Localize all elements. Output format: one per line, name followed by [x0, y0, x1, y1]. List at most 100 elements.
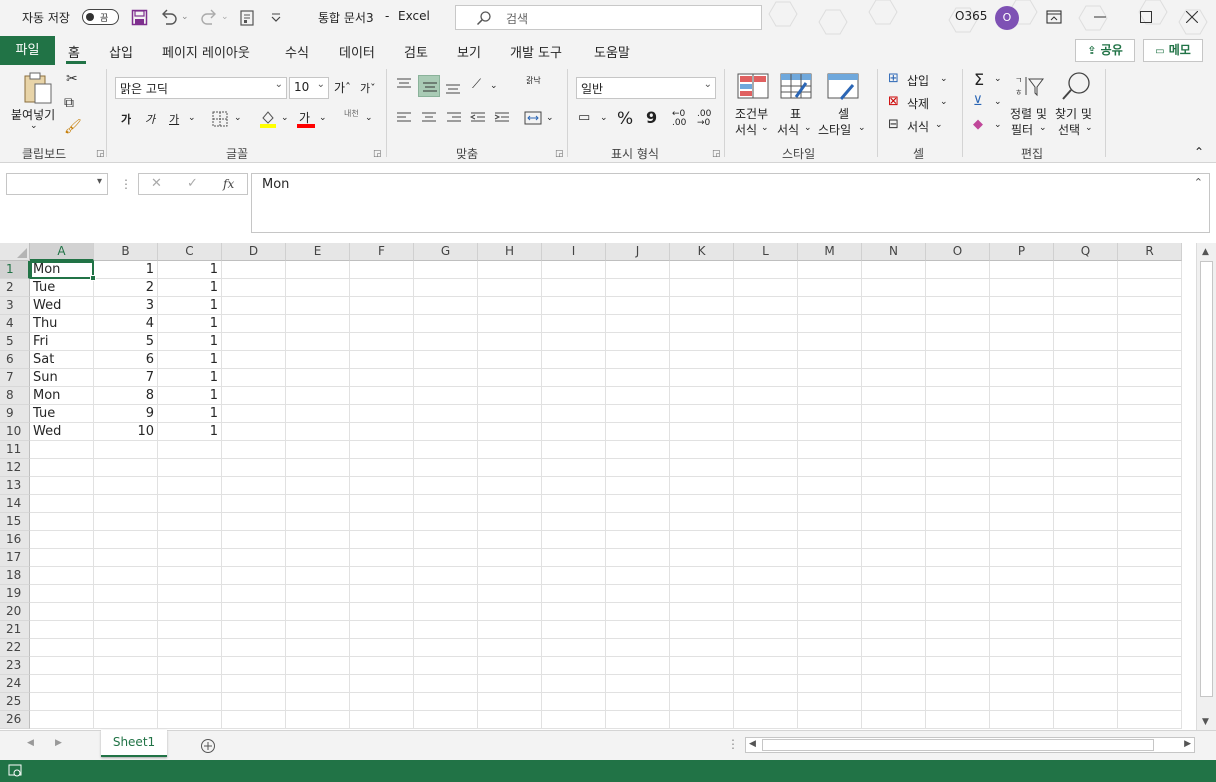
cell-B21[interactable] — [94, 621, 158, 639]
cell-E16[interactable] — [286, 531, 350, 549]
font-launcher-icon[interactable]: ◲ — [373, 149, 382, 159]
column-header[interactable]: O — [926, 243, 990, 261]
cell-F7[interactable] — [350, 369, 414, 387]
cell-D13[interactable] — [222, 477, 286, 495]
cell-Q15[interactable] — [1054, 513, 1118, 531]
cell-C18[interactable] — [158, 567, 222, 585]
cell-E12[interactable] — [286, 459, 350, 477]
cell-M9[interactable] — [798, 405, 862, 423]
cell-K22[interactable] — [670, 639, 734, 657]
cell-Q5[interactable] — [1054, 333, 1118, 351]
font-name-select[interactable]: 맑은 고딕 ⌄ — [115, 77, 287, 99]
cell-L2[interactable] — [734, 279, 798, 297]
cell-N10[interactable] — [862, 423, 926, 441]
cell-A26[interactable] — [30, 711, 94, 729]
cell-E3[interactable] — [286, 297, 350, 315]
cell-P12[interactable] — [990, 459, 1054, 477]
cell-H18[interactable] — [478, 567, 542, 585]
avatar[interactable]: O — [995, 6, 1019, 30]
cell-M23[interactable] — [798, 657, 862, 675]
cell-N20[interactable] — [862, 603, 926, 621]
cell-R18[interactable] — [1118, 567, 1182, 585]
tab-formulas[interactable]: 수식 — [285, 42, 309, 61]
cell-L3[interactable] — [734, 297, 798, 315]
cell-D17[interactable] — [222, 549, 286, 567]
cell-E7[interactable] — [286, 369, 350, 387]
chevron-down-icon[interactable]: ⌄ — [935, 120, 943, 130]
fill-color-dropdown-icon[interactable]: ⌄ — [281, 113, 289, 123]
cell-F19[interactable] — [350, 585, 414, 603]
cell-E8[interactable] — [286, 387, 350, 405]
cell-K4[interactable] — [670, 315, 734, 333]
cell-P14[interactable] — [990, 495, 1054, 513]
row-header[interactable]: 22 — [0, 639, 30, 657]
cell-K14[interactable] — [670, 495, 734, 513]
cell-R19[interactable] — [1118, 585, 1182, 603]
cell-C1[interactable]: 1 — [158, 261, 222, 279]
chevron-down-icon[interactable]: ▾ — [97, 176, 102, 187]
cell-D6[interactable] — [222, 351, 286, 369]
cell-Q8[interactable] — [1054, 387, 1118, 405]
cell-M6[interactable] — [798, 351, 862, 369]
cell-N16[interactable] — [862, 531, 926, 549]
cell-B26[interactable] — [94, 711, 158, 729]
cell-Q3[interactable] — [1054, 297, 1118, 315]
tab-review[interactable]: 검토 — [404, 42, 428, 61]
cell-C8[interactable]: 1 — [158, 387, 222, 405]
cell-O12[interactable] — [926, 459, 990, 477]
cell-J18[interactable] — [606, 567, 670, 585]
cell-A3[interactable]: Wed — [30, 297, 94, 315]
cell-K13[interactable] — [670, 477, 734, 495]
cell-D15[interactable] — [222, 513, 286, 531]
cell-K7[interactable] — [670, 369, 734, 387]
cell-D20[interactable] — [222, 603, 286, 621]
cell-M15[interactable] — [798, 513, 862, 531]
cell-P17[interactable] — [990, 549, 1054, 567]
decrease-decimal-icon[interactable]: .00 →0 — [697, 110, 713, 128]
cell-styles-icon[interactable] — [827, 73, 859, 101]
cell-H5[interactable] — [478, 333, 542, 351]
cell-E11[interactable] — [286, 441, 350, 459]
tab-file[interactable]: 파일 — [0, 36, 55, 65]
cell-D4[interactable] — [222, 315, 286, 333]
cell-E25[interactable] — [286, 693, 350, 711]
column-header[interactable]: N — [862, 243, 926, 261]
cell-P26[interactable] — [990, 711, 1054, 729]
paste-icon[interactable] — [22, 71, 54, 105]
row-header[interactable]: 13 — [0, 477, 30, 495]
borders-icon[interactable] — [212, 111, 228, 127]
cancel-icon[interactable]: ✕ — [151, 176, 162, 191]
align-center-icon[interactable] — [421, 111, 437, 125]
cell-B20[interactable] — [94, 603, 158, 621]
cell-Q10[interactable] — [1054, 423, 1118, 441]
underline-button[interactable]: 가 — [169, 111, 179, 127]
cell-K24[interactable] — [670, 675, 734, 693]
cell-I2[interactable] — [542, 279, 606, 297]
cell-M2[interactable] — [798, 279, 862, 297]
cell-G5[interactable] — [414, 333, 478, 351]
cell-O14[interactable] — [926, 495, 990, 513]
font-size-select[interactable]: 10 ⌄ — [289, 77, 329, 99]
cell-B17[interactable] — [94, 549, 158, 567]
cell-R23[interactable] — [1118, 657, 1182, 675]
ribbon-display-options-icon[interactable] — [1046, 10, 1062, 24]
cell-O15[interactable] — [926, 513, 990, 531]
align-middle-button[interactable] — [418, 75, 440, 97]
cell-P2[interactable] — [990, 279, 1054, 297]
cell-B14[interactable] — [94, 495, 158, 513]
cell-G22[interactable] — [414, 639, 478, 657]
cell-M4[interactable] — [798, 315, 862, 333]
cell-D26[interactable] — [222, 711, 286, 729]
cell-L9[interactable] — [734, 405, 798, 423]
cell-P4[interactable] — [990, 315, 1054, 333]
column-header[interactable]: K — [670, 243, 734, 261]
cell-B13[interactable] — [94, 477, 158, 495]
cell-J2[interactable] — [606, 279, 670, 297]
cell-N7[interactable] — [862, 369, 926, 387]
cell-G18[interactable] — [414, 567, 478, 585]
cell-F5[interactable] — [350, 333, 414, 351]
cell-J11[interactable] — [606, 441, 670, 459]
cell-L23[interactable] — [734, 657, 798, 675]
cell-M20[interactable] — [798, 603, 862, 621]
cell-G24[interactable] — [414, 675, 478, 693]
